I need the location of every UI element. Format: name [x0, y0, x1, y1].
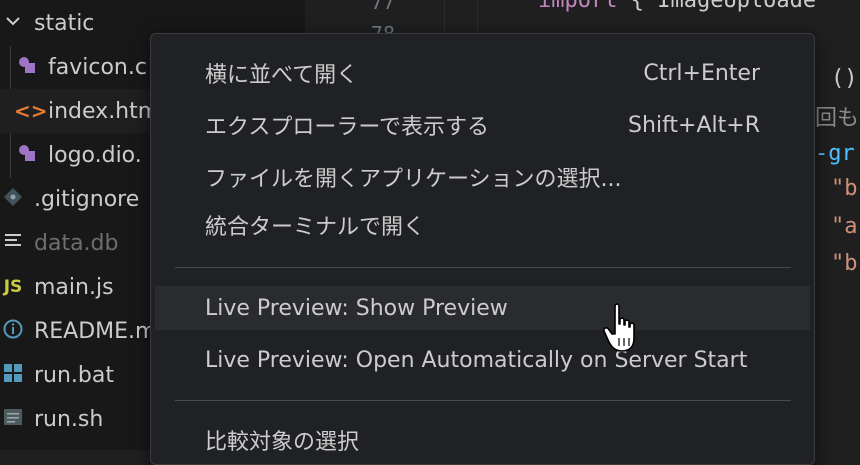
menu-item-live-preview-show[interactable]: Live Preview: Show Preview [155, 286, 810, 330]
tree-item-label: data.db [34, 230, 119, 256]
code-fragment: 回も [815, 106, 860, 131]
code-text: { ImageUploade [617, 0, 817, 13]
code-fragment: () [831, 66, 858, 91]
menu-item-select-for-compare[interactable]: 比較対象の選択 [155, 418, 810, 462]
tree-item-label: main.js [34, 274, 114, 300]
code-fragment: "b [831, 251, 858, 276]
code-fragment: -gr [815, 141, 855, 166]
menu-item-label: Live Preview: Open Automatically on Serv… [205, 347, 748, 373]
code-keyword: import [538, 0, 618, 13]
menu-item-reveal-in-explorer[interactable]: エクスプローラーで表示する Shift+Alt+R [155, 103, 810, 147]
tree-item-label: logo.dio. [48, 142, 142, 168]
menu-item-label: 統合ターミナルで開く [205, 215, 426, 240]
menu-separator [175, 267, 791, 268]
chevron-down-icon [0, 11, 26, 35]
menu-item-label: 比較対象の選択 [205, 430, 360, 455]
tree-item-label: index.htm [48, 98, 160, 124]
menu-item-shortcut: Ctrl+Enter [643, 60, 760, 86]
tree-item-label: static [34, 10, 95, 36]
menu-item-open-to-side[interactable]: 横に並べて開く Ctrl+Enter [155, 51, 810, 95]
image-file-icon [14, 54, 40, 81]
tree-item-label: run.sh [34, 406, 104, 432]
context-menu: 横に並べて開く Ctrl+Enter エクスプローラーで表示する Shift+A… [150, 33, 815, 465]
menu-item-open-with[interactable]: ファイルを開くアプリケーションの選択... [155, 155, 810, 199]
tree-item-label: run.bat [34, 362, 114, 388]
menu-item-open-in-terminal[interactable]: 統合ターミナルで開く [155, 203, 810, 247]
html-file-icon: <> [14, 99, 48, 123]
javascript-icon: JS [3, 277, 23, 297]
info-icon [0, 319, 26, 344]
windows-icon [0, 363, 26, 388]
menu-item-label: ファイルを開くアプリケーションの選択... [205, 167, 622, 192]
menu-item-label: Live Preview: Show Preview [205, 295, 508, 321]
code-fragment: "b [831, 176, 858, 201]
menu-item-shortcut: Shift+Alt+R [628, 112, 760, 138]
tree-item-label: README.m [34, 318, 157, 344]
menu-item-label: 横に並べて開く [205, 63, 359, 88]
menu-item-label: エクスプローラーで表示する [205, 115, 490, 140]
code-fragment: "a [831, 214, 858, 239]
tree-item-label: favicon.c [48, 54, 147, 80]
line-number: 77 [370, 0, 395, 14]
git-icon [0, 187, 26, 212]
text-lines-icon [0, 231, 26, 255]
hand-pointer-icon [603, 303, 635, 352]
menu-separator [175, 400, 791, 401]
terminal-file-icon [0, 407, 26, 432]
image-file-icon [14, 142, 40, 169]
tree-item-label: .gitignore [34, 186, 140, 212]
code-line-import[interactable]: import { ImageUploade [538, 0, 816, 13]
menu-item-live-preview-auto-open[interactable]: Live Preview: Open Automatically on Serv… [155, 338, 810, 382]
